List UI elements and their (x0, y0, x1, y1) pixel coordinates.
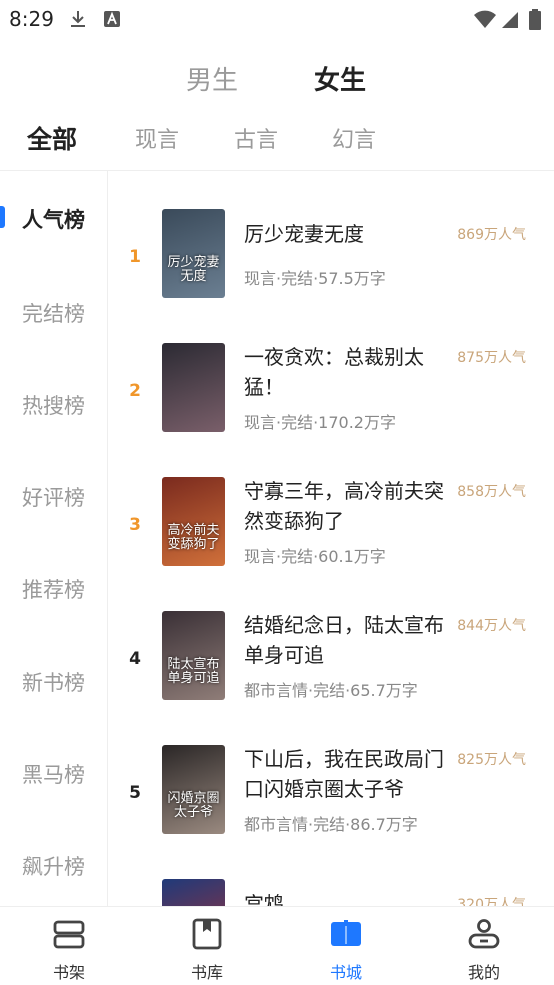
book-title[interactable]: 守寡三年，高冷前夫突然变舔狗了 (244, 476, 444, 536)
tab-category-all[interactable]: 全部 (27, 120, 77, 156)
battery-icon (528, 9, 542, 35)
signal-icon (500, 9, 520, 33)
popularity-badge: 858万人气 (457, 484, 526, 500)
nav-label: 书城 (329, 963, 362, 982)
bookstore-icon (330, 918, 362, 950)
book-row[interactable]: 3 高冷前夫变舔狗了 守寡三年，高冷前夫突然变舔狗了 现言·完结·60.1万字 … (108, 477, 554, 611)
cover-title: 厉少宠妻无度 (167, 255, 220, 284)
book-cover[interactable] (162, 343, 225, 432)
popularity-badge: 844万人气 (457, 618, 526, 634)
rank-number: 1 (129, 247, 141, 267)
nav-label: 我的 (467, 963, 500, 982)
sidebar-item-hot-search[interactable]: 热搜榜 (0, 390, 107, 420)
profile-icon (468, 918, 500, 950)
a-app-icon (102, 9, 122, 33)
book-title[interactable]: 下山后，我在民政局门口闪婚京圈太子爷 (244, 744, 444, 804)
tab-category-modern[interactable]: 现言 (135, 122, 179, 154)
nav-label: 书库 (190, 963, 223, 982)
popularity-badge: 825万人气 (457, 752, 526, 768)
book-title[interactable]: 结婚纪念日，陆太宣布单身可追 (244, 610, 444, 670)
popularity-badge: 875万人气 (457, 350, 526, 366)
tab-category-ancient[interactable]: 古言 (234, 122, 278, 154)
cover-title: 陆太宣布单身可追 (167, 657, 220, 686)
nav-library[interactable]: 书库 (138, 907, 276, 985)
book-cover[interactable]: 陆太宣布单身可追 (162, 611, 225, 700)
sidebar-item-rising[interactable]: 飙升榜 (0, 851, 107, 881)
bottom-nav: 书架 书库 书城 我的 (0, 906, 554, 985)
book-cover[interactable]: 闪婚京圈太子爷 (162, 745, 225, 834)
download-icon (68, 9, 88, 33)
sidebar-item-new-books[interactable]: 新书榜 (0, 667, 107, 697)
popularity-badge: 869万人气 (457, 227, 526, 243)
cover-title: 闪婚京圈太子爷 (167, 791, 220, 820)
tab-category-fantasy[interactable]: 幻言 (332, 122, 376, 154)
book-cover[interactable]: 厉少宠妻无度 (162, 209, 225, 298)
nav-bookstore[interactable]: 书城 (277, 907, 415, 985)
nav-label: 书架 (52, 963, 85, 982)
book-title[interactable]: 一夜贪欢：总裁别太猛！ (244, 342, 444, 402)
book-meta: 现言·完结·170.2万字 (244, 413, 396, 432)
book-row[interactable]: 宫鸩 320万人气 (108, 879, 554, 906)
nav-profile[interactable]: 我的 (415, 907, 553, 985)
book-cover[interactable] (162, 879, 225, 906)
nav-bookshelf[interactable]: 书架 (0, 907, 138, 985)
book-title[interactable]: 厉少宠妻无度 (244, 219, 444, 249)
bookshelf-icon (53, 918, 85, 950)
ranking-sidebar: 人气榜 完结榜 热搜榜 好评榜 推荐榜 新书榜 黑马榜 飙升榜 (0, 171, 108, 906)
cover-title: 高冷前夫变舔狗了 (167, 523, 220, 552)
book-cover[interactable]: 高冷前夫变舔狗了 (162, 477, 225, 566)
rank-number: 4 (129, 649, 141, 669)
rank-number: 5 (129, 783, 141, 803)
sidebar-item-completed[interactable]: 完结榜 (0, 298, 107, 328)
sidebar-item-popular[interactable]: 人气榜 (0, 204, 107, 234)
book-title[interactable]: 宫鸩 (244, 889, 444, 906)
sidebar-item-recommended[interactable]: 推荐榜 (0, 574, 107, 604)
book-meta: 都市言情·完结·65.7万字 (244, 681, 418, 700)
book-meta: 都市言情·完结·86.7万字 (244, 815, 418, 834)
tab-male[interactable]: 男生 (186, 60, 238, 97)
book-meta: 现言·完结·57.5万字 (244, 269, 386, 288)
rank-number: 3 (129, 515, 141, 535)
book-row[interactable]: 4 陆太宣布单身可追 结婚纪念日，陆太宣布单身可追 都市言情·完结·65.7万字… (108, 611, 554, 745)
popularity-badge: 320万人气 (457, 897, 526, 906)
book-ranking-list: 1 厉少宠妻无度 厉少宠妻无度 现言·完结·57.5万字 869万人气 2 一夜… (108, 171, 554, 906)
book-row[interactable]: 5 闪婚京圈太子爷 下山后，我在民政局门口闪婚京圈太子爷 都市言情·完结·86.… (108, 745, 554, 879)
status-time: 8:29 (9, 7, 54, 31)
rank-number: 2 (129, 381, 141, 401)
sidebar-item-top-rated[interactable]: 好评榜 (0, 482, 107, 512)
book-row[interactable]: 2 一夜贪欢：总裁别太猛！ 现言·完结·170.2万字 875万人气 (108, 343, 554, 477)
tab-female[interactable]: 女生 (314, 60, 366, 97)
sidebar-item-dark-horse[interactable]: 黑马榜 (0, 759, 107, 789)
book-row[interactable]: 1 厉少宠妻无度 厉少宠妻无度 现言·完结·57.5万字 869万人气 (108, 209, 554, 343)
status-bar: 8:29 (0, 0, 554, 38)
library-icon (191, 918, 223, 950)
book-meta: 现言·完结·60.1万字 (244, 547, 386, 566)
wifi-icon (473, 9, 497, 33)
